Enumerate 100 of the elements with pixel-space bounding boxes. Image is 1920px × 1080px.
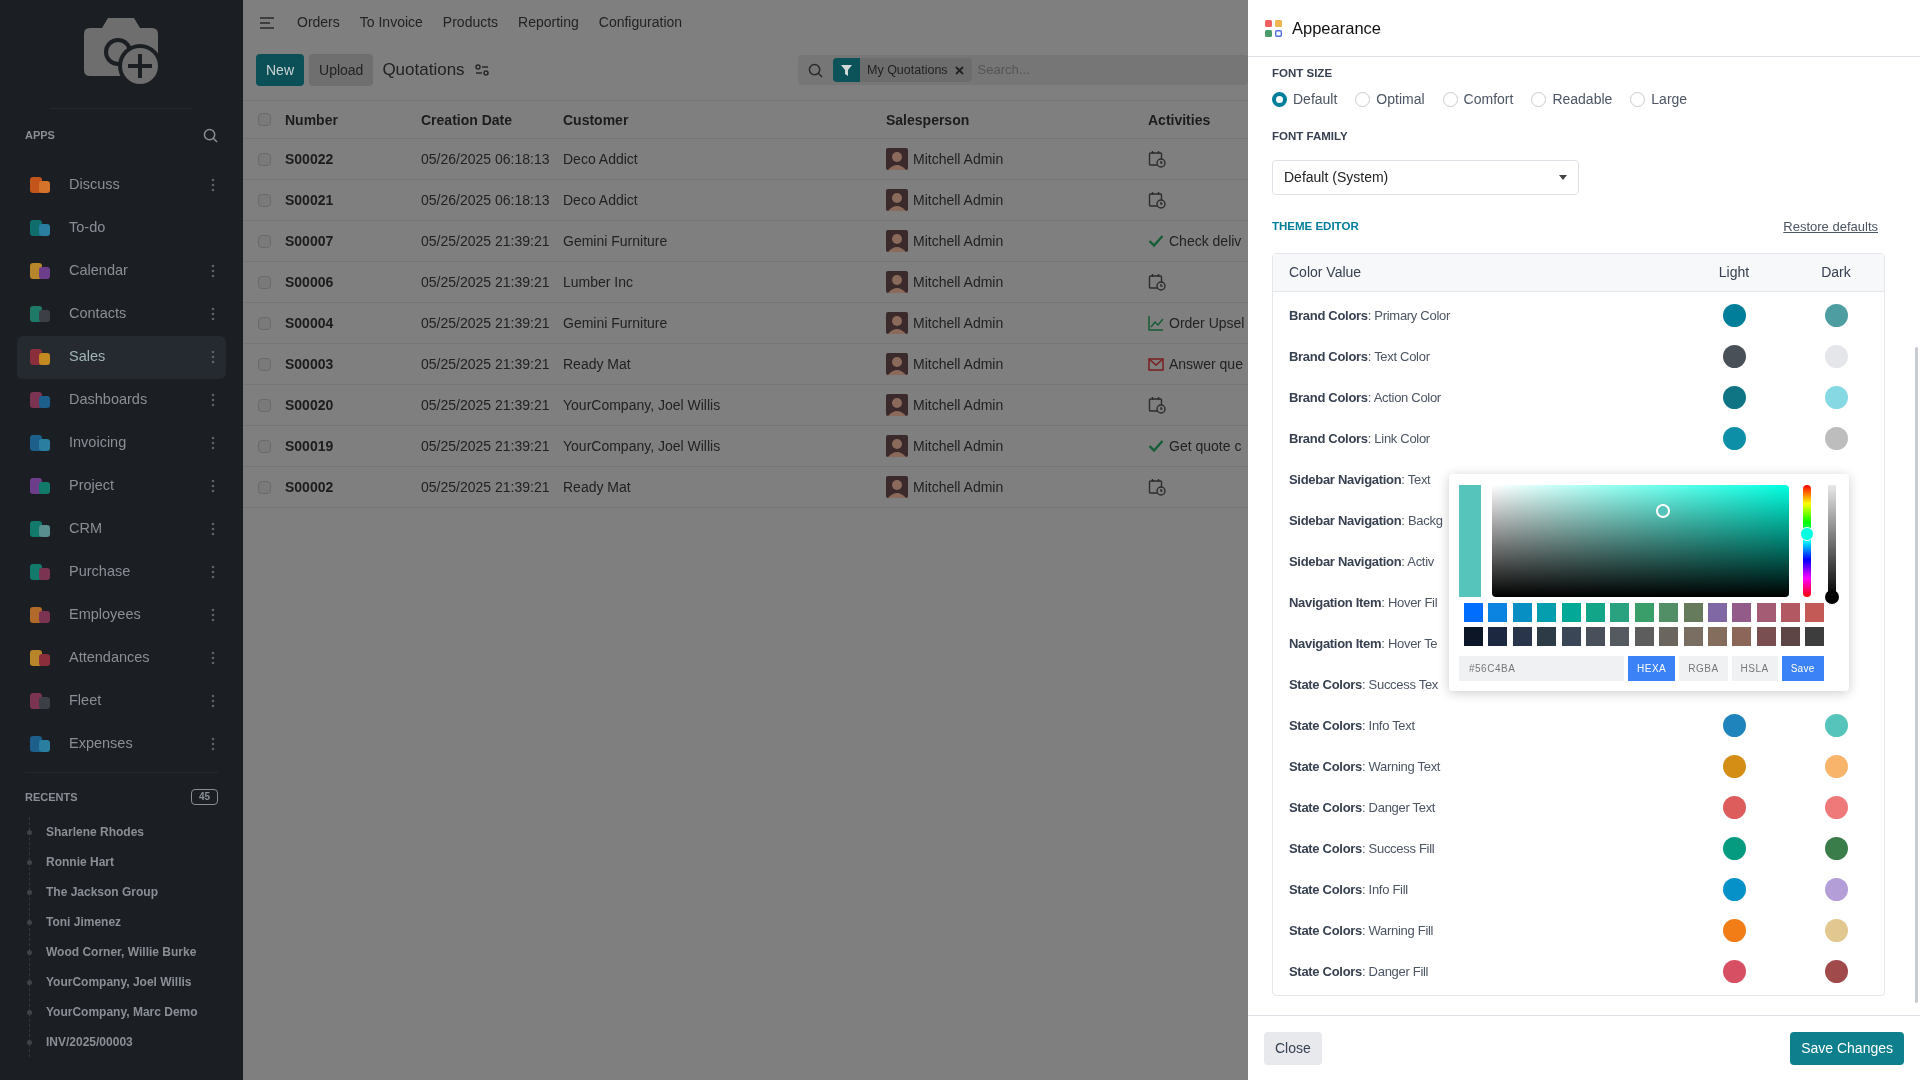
kebab-menu-icon[interactable] [211, 651, 215, 665]
color-value-input[interactable]: #56C4BA [1459, 656, 1624, 681]
color-swatch[interactable] [1512, 627, 1532, 646]
kebab-menu-icon[interactable] [211, 264, 215, 278]
app-menu-item[interactable]: Project [17, 464, 226, 508]
calendar-clock-icon[interactable] [1148, 396, 1166, 414]
color-swatch[interactable] [1464, 627, 1483, 646]
color-swatch[interactable] [1488, 603, 1508, 622]
recent-item[interactable]: Sharlene Rhodes [46, 823, 145, 841]
app-menu-item[interactable]: Calendar [17, 249, 226, 293]
restore-defaults-link[interactable]: Restore defaults [1783, 216, 1878, 236]
upload-button[interactable]: Upload [309, 54, 374, 86]
kebab-menu-icon[interactable] [211, 393, 215, 407]
scrollbar[interactable] [1914, 347, 1918, 1003]
nav-menu-item[interactable]: Configuration [598, 12, 683, 33]
alpha-slider[interactable] [1825, 485, 1839, 604]
app-menu-item[interactable]: Expenses [17, 722, 226, 766]
color-swatch[interactable] [1756, 603, 1776, 622]
activity-text[interactable]: Order Upsel [1169, 312, 1245, 334]
radio-option[interactable]: Comfort [1442, 89, 1514, 111]
radio-option[interactable]: Optimal [1355, 89, 1425, 111]
radio-option[interactable]: Readable [1531, 89, 1613, 111]
recent-item[interactable]: INV/2025/00003 [46, 1033, 133, 1051]
app-menu-item[interactable]: CRM [17, 507, 226, 551]
settings-icon[interactable] [474, 64, 489, 76]
activity-text[interactable]: Get quote c [1169, 435, 1242, 457]
color-gradient-area[interactable] [1492, 485, 1789, 597]
color-swatch[interactable] [1707, 627, 1727, 646]
color-swatch[interactable] [1732, 603, 1752, 622]
color-swatch[interactable] [1659, 627, 1679, 646]
radio-option[interactable]: Default [1272, 89, 1338, 111]
activity-text[interactable]: Check deliv [1169, 230, 1242, 252]
app-menu-item[interactable]: Employees [17, 593, 226, 637]
new-button[interactable]: New [256, 54, 304, 86]
app-menu-item[interactable]: Sales [17, 335, 226, 379]
close-button[interactable]: Close [1264, 1031, 1322, 1065]
app-menu-item[interactable]: Dashboards [17, 378, 226, 422]
kebab-menu-icon[interactable] [211, 737, 215, 751]
color-swatch[interactable] [1537, 627, 1557, 646]
color-swatch[interactable] [1537, 603, 1557, 622]
radio-option[interactable]: Large [1630, 89, 1688, 111]
kebab-menu-icon[interactable] [211, 608, 215, 622]
column-header[interactable]: Number [285, 111, 338, 128]
save-button[interactable]: Save [1781, 656, 1824, 681]
recent-item[interactable]: Wood Corner, Willie Burke [46, 943, 197, 961]
color-swatch[interactable] [1561, 603, 1581, 622]
menu-icon[interactable] [259, 15, 275, 30]
kebab-menu-icon[interactable] [211, 178, 215, 192]
calendar-clock-icon[interactable] [1148, 150, 1166, 168]
font-family-select[interactable]: Default (System) [1272, 159, 1579, 195]
recent-item[interactable]: The Jackson Group [46, 883, 159, 901]
column-header[interactable]: Salesperson [886, 111, 970, 128]
color-swatch[interactable] [1683, 627, 1703, 646]
recent-item[interactable]: Ronnie Hart [46, 853, 114, 871]
save-changes-button[interactable]: Save Changes [1790, 1031, 1904, 1065]
hue-slider[interactable] [1800, 485, 1814, 597]
app-menu-item[interactable]: Fleet [17, 679, 226, 723]
app-menu-item[interactable]: Invoicing [17, 421, 226, 465]
kebab-menu-icon[interactable] [211, 436, 215, 450]
kebab-menu-icon[interactable] [211, 350, 215, 364]
app-menu-item[interactable]: Attendances [17, 636, 226, 680]
column-header[interactable]: Creation Date [421, 111, 513, 128]
color-swatch[interactable] [1732, 627, 1752, 646]
column-header[interactable]: Activities [1148, 111, 1211, 128]
color-swatch[interactable] [1805, 603, 1825, 622]
kebab-menu-icon[interactable] [211, 694, 215, 708]
calendar-clock-icon[interactable] [1148, 478, 1166, 496]
color-swatch[interactable] [1756, 627, 1776, 646]
column-header[interactable]: Customer [563, 111, 629, 128]
color-swatch[interactable] [1781, 603, 1801, 622]
color-swatch[interactable] [1781, 627, 1801, 646]
kebab-menu-icon[interactable] [211, 307, 215, 321]
nav-menu-item[interactable]: To Invoice [359, 12, 423, 33]
color-swatch[interactable] [1610, 627, 1630, 646]
color-swatch[interactable] [1488, 627, 1508, 646]
recent-item[interactable]: YourCompany, Joel Willis [46, 973, 192, 991]
color-swatch[interactable] [1512, 603, 1532, 622]
kebab-menu-icon[interactable] [211, 479, 215, 493]
app-menu-item[interactable]: Contacts [17, 292, 226, 336]
format-tab[interactable]: HSLA [1731, 656, 1778, 681]
color-swatch[interactable] [1585, 603, 1605, 622]
activity-text[interactable]: Answer que [1169, 353, 1243, 375]
color-swatch[interactable] [1659, 603, 1679, 622]
color-swatch[interactable] [1585, 627, 1605, 646]
color-swatch[interactable] [1707, 603, 1727, 622]
color-swatch[interactable] [1634, 627, 1654, 646]
picker-handle[interactable] [1656, 504, 1670, 518]
recent-item[interactable]: Toni Jimenez [46, 913, 122, 931]
app-menu-item[interactable]: Discuss [17, 163, 226, 207]
close-icon[interactable] [954, 65, 964, 75]
calendar-clock-icon[interactable] [1148, 191, 1166, 209]
calendar-clock-icon[interactable] [1148, 273, 1166, 291]
recent-item[interactable]: YourCompany, Marc Demo [46, 1003, 198, 1021]
format-tab[interactable]: RGBA [1679, 656, 1728, 681]
format-tab[interactable]: HEXA [1628, 656, 1676, 681]
color-swatch[interactable] [1634, 603, 1654, 622]
color-swatch[interactable] [1683, 603, 1703, 622]
color-swatch[interactable] [1464, 603, 1483, 622]
kebab-menu-icon[interactable] [211, 522, 215, 536]
kebab-menu-icon[interactable] [211, 565, 215, 579]
